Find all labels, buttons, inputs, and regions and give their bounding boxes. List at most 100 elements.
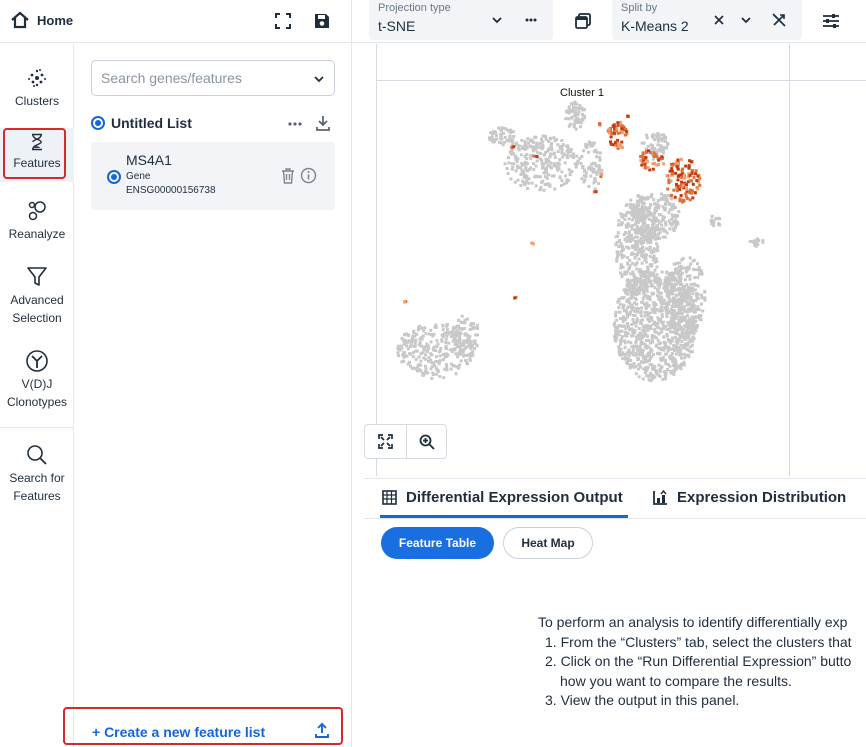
plot-point (656, 139, 660, 143)
plot-point (615, 318, 619, 322)
plot-point (624, 214, 628, 218)
plot-point (689, 328, 693, 332)
download-icon[interactable] (315, 115, 331, 131)
plot-point (626, 331, 630, 335)
tab-expression-distribution[interactable]: Expression Distribution (652, 489, 846, 506)
more-icon[interactable] (287, 118, 303, 130)
plot-point (420, 326, 423, 330)
plot-point (624, 352, 628, 356)
plot-point (718, 217, 722, 221)
plot-point (589, 174, 593, 178)
plot-point (454, 333, 458, 337)
plot-point (444, 363, 448, 367)
plot-point (651, 133, 655, 137)
plot-point (432, 373, 435, 376)
nav-item-clusters[interactable]: Clusters (0, 66, 74, 110)
nav-item-reanalyze[interactable]: Reanalyze (0, 199, 74, 243)
plot-point (644, 307, 648, 310)
plot-point (674, 361, 678, 365)
plot-point (677, 210, 681, 214)
plot-point (565, 181, 569, 185)
plot-point (553, 187, 557, 191)
plot-point (419, 369, 423, 373)
plot-point (637, 306, 641, 310)
plot-point (494, 131, 498, 135)
nav-item-vdj-clonotypes[interactable]: V(D)J Clonotypes (0, 349, 74, 411)
plot-point (633, 296, 637, 300)
plot-point (435, 372, 439, 376)
feature-card[interactable]: MS4A1 Gene ENSG00000156738 (91, 142, 335, 210)
plot-point (400, 336, 404, 340)
plot-point (516, 178, 520, 182)
list-radio-selected[interactable] (91, 116, 105, 130)
save-icon[interactable] (312, 11, 332, 31)
plot-point (650, 263, 654, 267)
layers-icon[interactable] (573, 11, 593, 31)
plot-point (570, 116, 574, 119)
plot-point (534, 164, 538, 168)
plot-point (464, 359, 468, 362)
plot-point (650, 232, 654, 236)
feature-search-input[interactable]: Search genes/features (91, 60, 335, 96)
fit-view-icon[interactable] (378, 434, 393, 449)
plot-point (533, 146, 537, 150)
plot-point (462, 327, 466, 330)
plot-point (616, 250, 620, 254)
feature-radio-selected[interactable] (107, 170, 121, 184)
plot-point (617, 245, 621, 248)
nav-item-advanced-selection[interactable]: Advanced Selection (0, 265, 74, 327)
plot-point (634, 324, 638, 328)
plot-point (674, 278, 678, 282)
more-icon[interactable] (524, 13, 538, 27)
plot-point (508, 150, 512, 154)
plot-point (546, 182, 550, 186)
plot-point (692, 175, 696, 179)
plot-point (671, 276, 675, 279)
plot-point (503, 140, 507, 144)
plot-point (548, 137, 552, 141)
feature-table-button[interactable]: Feature Table (381, 527, 494, 559)
plot-point (471, 350, 475, 354)
projection-type-select[interactable]: Projection type t-SNE (369, 0, 553, 40)
plot-point (642, 202, 646, 206)
zoom-in-icon[interactable] (419, 434, 435, 450)
plot-point (616, 121, 620, 125)
plot-point (632, 273, 636, 277)
info-icon[interactable] (300, 167, 317, 184)
plot-point (616, 231, 620, 235)
plot-point (663, 206, 667, 210)
plot-point (524, 165, 528, 169)
plot-point (584, 175, 588, 179)
plot-point (693, 191, 697, 195)
plot-point (627, 354, 631, 358)
plot-point (520, 147, 524, 150)
plot-point (669, 330, 673, 334)
settings-sliders-icon[interactable] (821, 11, 841, 31)
plot-point (636, 217, 639, 221)
split-off-icon[interactable] (771, 12, 787, 28)
plot-point (674, 171, 678, 175)
nav-item-search-features[interactable]: Search for Features (0, 443, 74, 505)
plot-point (669, 371, 673, 375)
plot-point (547, 173, 551, 177)
fullscreen-icon[interactable] (273, 11, 293, 31)
split-by-select[interactable]: Split by K-Means 2 (612, 0, 802, 40)
plot-point (676, 162, 680, 165)
plot-point (452, 337, 456, 341)
left-nav: Clusters Features Reanalyze Advanced Sel… (0, 44, 74, 747)
plot-point (664, 196, 668, 200)
plot-point (640, 352, 644, 356)
tab-differential-expression[interactable]: Differential Expression Output (381, 489, 623, 506)
clear-icon[interactable] (712, 13, 726, 27)
home-link[interactable]: Home (10, 10, 73, 30)
plot-point (574, 165, 578, 169)
plot-point (685, 283, 689, 287)
heat-map-label: Heat Map (521, 536, 575, 550)
tsne-scatter-plot[interactable] (364, 44, 866, 424)
trash-icon[interactable] (280, 167, 296, 185)
plot-point (631, 246, 635, 250)
chevron-down-icon[interactable] (739, 13, 753, 27)
plot-point (455, 329, 459, 333)
heat-map-button[interactable]: Heat Map (503, 527, 593, 559)
plot-point (662, 298, 666, 302)
